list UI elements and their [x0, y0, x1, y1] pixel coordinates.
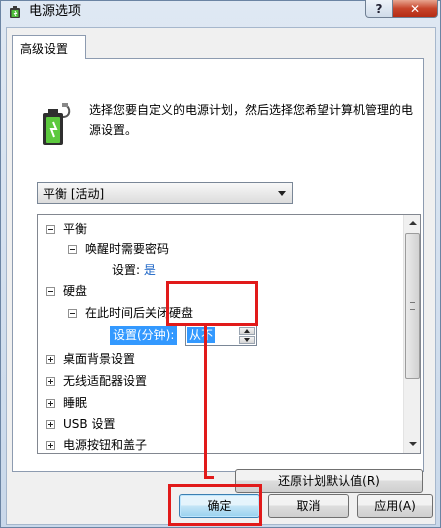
power-options-window: 电源选项 ? ✕ 高级设置 选择您要自定义的电源计划，然后选择您希望计算机管理的… [0, 0, 441, 528]
scroll-down-icon[interactable] [405, 436, 420, 453]
tab-panel: 选择您要自定义的电源计划，然后选择您希望计算机管理的电源设置。 平衡 [活动] … [12, 58, 424, 493]
power-plan-dropdown[interactable]: 平衡 [活动] [37, 182, 293, 204]
tree-item-label: 唤醒时需要密码 [85, 242, 170, 256]
apply-button[interactable]: 应用(A) [357, 494, 433, 518]
expand-icon[interactable] [46, 420, 55, 429]
close-button[interactable]: ✕ [392, 0, 438, 18]
tree-item-label: USB 设置 [63, 417, 116, 431]
tree-item-label: 硬盘 [63, 284, 88, 298]
setting-label: 设置: [112, 263, 141, 277]
tree-item-label: 电源按钮和盖子 [63, 438, 148, 452]
tree-item-label: 无线适配器设置 [63, 374, 148, 388]
battery-plug-icon [43, 103, 71, 145]
minutes-input[interactable]: 从不 [187, 327, 216, 343]
restore-defaults-button[interactable]: 还原计划默认值(R) [235, 469, 423, 493]
title-bar[interactable]: 电源选项 ? ✕ [1, 0, 440, 25]
tree-item-label: 在此时间后关闭硬盘 [85, 306, 194, 320]
power-plan-value: 平衡 [活动] [43, 187, 105, 201]
tree-item-label: 睡眠 [63, 396, 88, 410]
cancel-button[interactable]: 取消 [268, 494, 349, 518]
setting-minutes-label: 设置(分钟): [110, 326, 178, 345]
vertical-scrollbar[interactable] [403, 215, 420, 453]
help-button[interactable]: ? [365, 0, 393, 18]
tab-advanced-settings[interactable]: 高级设置 [12, 35, 86, 59]
spin-down-icon[interactable] [239, 336, 255, 344]
expand-icon[interactable] [46, 377, 55, 386]
settings-tree[interactable]: 平衡 唤醒时需要密码 设置: 是 硬盘 在此时间后关闭硬盘 设置(分钟): 从不… [37, 214, 421, 454]
tree-item-label: 平衡 [63, 222, 88, 236]
expand-icon[interactable] [46, 399, 55, 408]
collapse-icon[interactable] [68, 245, 77, 254]
power-options-icon [10, 6, 20, 18]
description-text: 选择您要自定义的电源计划，然后选择您希望计算机管理的电源设置。 [89, 103, 414, 137]
chevron-down-icon[interactable] [278, 191, 286, 196]
setting-row-wake-password[interactable]: 设置: 是 [112, 260, 156, 280]
spinner-buttons [239, 327, 255, 344]
setting-value-link[interactable]: 是 [144, 263, 156, 277]
expand-icon[interactable] [46, 441, 55, 450]
tree-item-label: 桌面背景设置 [63, 352, 136, 366]
minutes-spinner[interactable]: 从不 [185, 325, 257, 346]
scroll-up-icon[interactable] [405, 215, 420, 232]
expand-icon[interactable] [46, 355, 55, 364]
collapse-icon[interactable] [46, 287, 55, 296]
collapse-icon[interactable] [46, 225, 55, 234]
dialog-body: 高级设置 选择您要自定义的电源计划，然后选择您希望计算机管理的电源设置。 平衡 … [6, 27, 436, 525]
collapse-icon[interactable] [68, 309, 77, 318]
ok-button[interactable]: 确定 [179, 494, 260, 518]
scroll-thumb[interactable] [405, 233, 420, 379]
spin-up-icon[interactable] [239, 327, 255, 335]
window-title: 电源选项 [29, 4, 82, 19]
